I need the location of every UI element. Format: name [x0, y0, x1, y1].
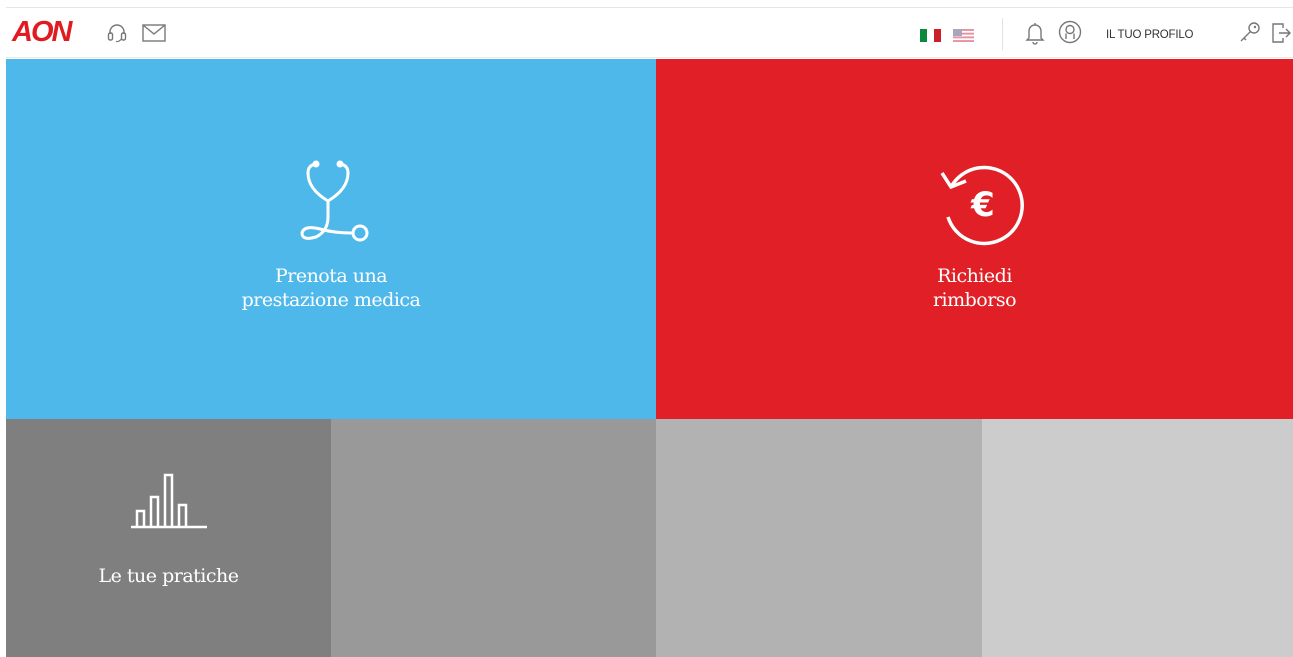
your-practices-label: Le tue pratiche — [98, 565, 239, 587]
header-divider — [1002, 18, 1003, 50]
key-icon[interactable] — [1238, 19, 1262, 45]
book-medical-service-label: Prenota una prestazione medica — [241, 265, 421, 311]
svg-text:€: € — [970, 185, 995, 225]
italian-flag-icon[interactable] — [920, 29, 941, 42]
empty-tile-3 — [656, 419, 982, 657]
empty-tile-4 — [982, 419, 1293, 657]
user-circle-icon[interactable] — [1058, 20, 1082, 44]
headset-icon[interactable] — [106, 22, 128, 44]
bar-chart-icon — [131, 473, 207, 529]
profile-link[interactable]: IL TUO PROFILO — [1106, 27, 1194, 43]
mail-icon[interactable] — [142, 23, 166, 43]
dashboard-page: AON IL TUO PROFILO Prenota una prestazio… — [0, 0, 1293, 657]
request-refund-tile[interactable]: € Richiedi rimborso — [656, 59, 1293, 419]
aon-logo[interactable]: AON — [12, 18, 98, 47]
us-flag-icon[interactable] — [953, 29, 974, 42]
logout-icon[interactable] — [1270, 20, 1292, 46]
top-header: AON IL TUO PROFILO — [6, 7, 1293, 58]
stethoscope-icon — [300, 160, 369, 242]
request-refund-label: Richiedi rimborso — [932, 265, 1017, 311]
book-medical-service-tile[interactable]: Prenota una prestazione medica — [6, 59, 656, 419]
your-practices-tile[interactable]: Le tue pratiche — [6, 419, 331, 657]
bell-icon[interactable] — [1024, 20, 1046, 46]
euro-refund-icon: € — [940, 165, 1024, 246]
empty-tile-2 — [331, 419, 656, 657]
